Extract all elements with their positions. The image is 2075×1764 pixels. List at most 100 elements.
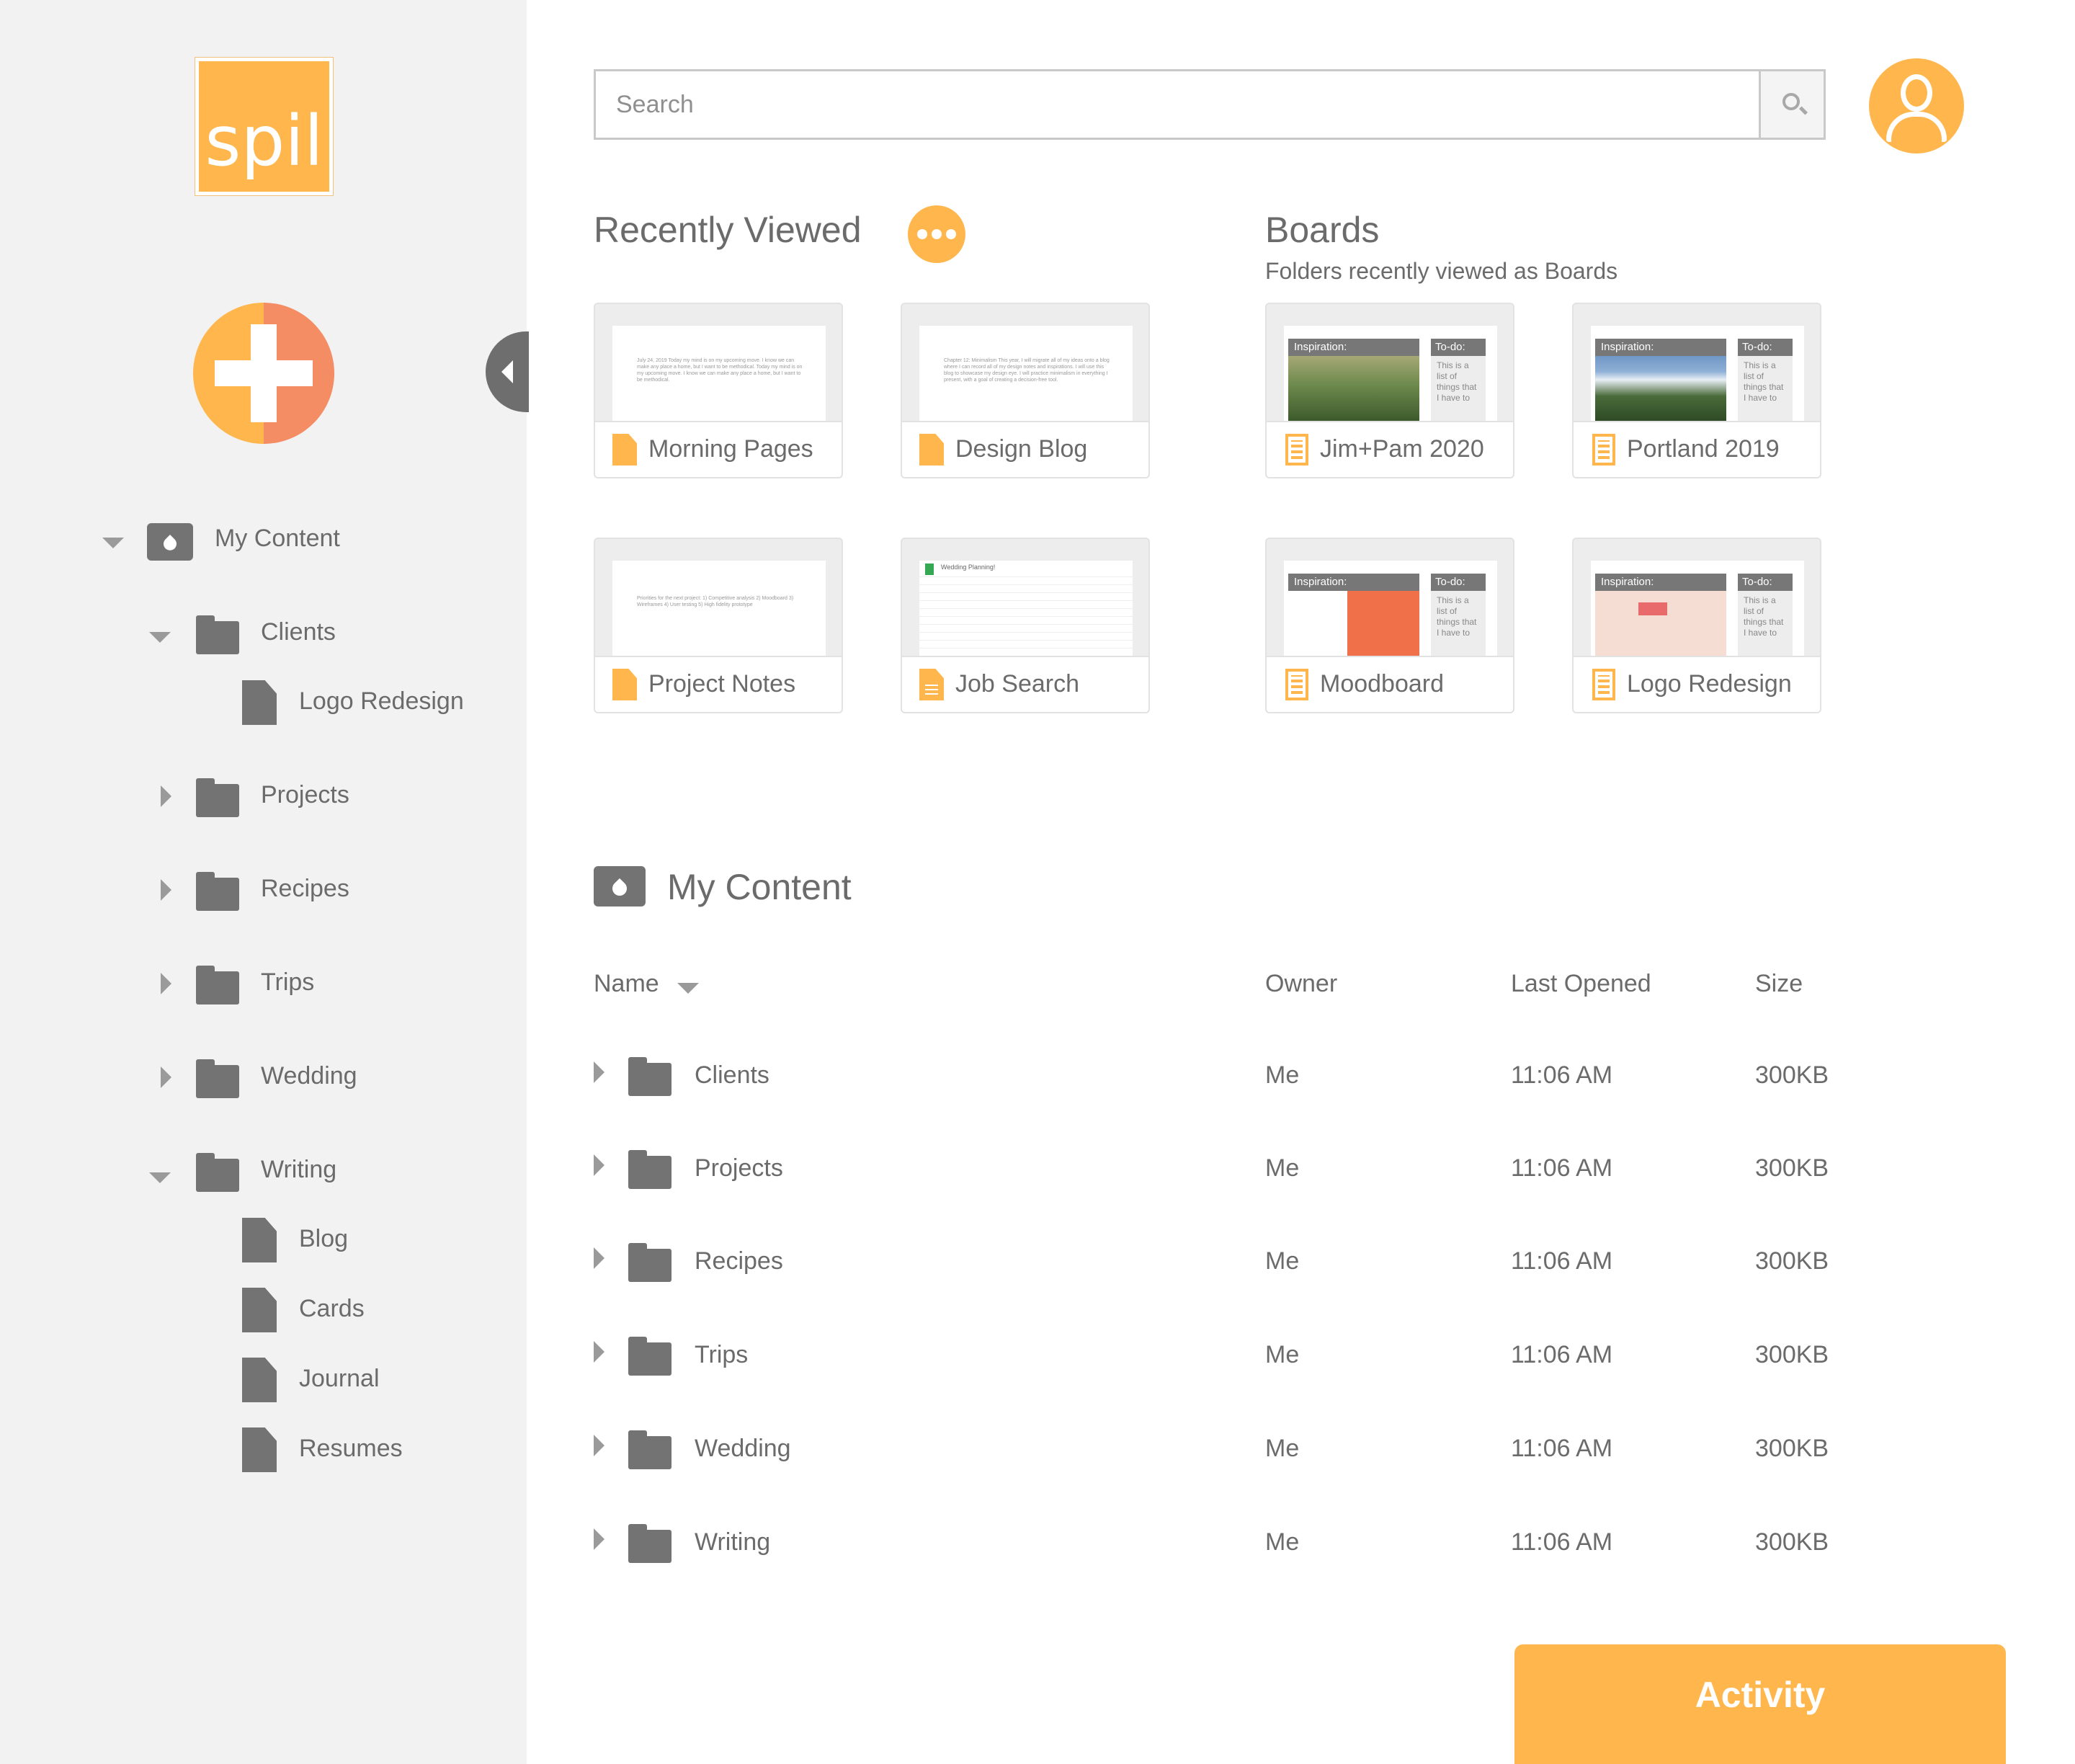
- row-owner: Me: [1265, 1435, 1300, 1462]
- board-card-moodboard[interactable]: Inspiration: To-do: This is a list of th…: [1265, 538, 1514, 713]
- sidebar-item-my-content[interactable]: My Content: [215, 525, 340, 553]
- card-title: Project Notes: [648, 670, 796, 698]
- column-header-size[interactable]: Size: [1755, 970, 1803, 998]
- user-icon: [1901, 74, 1932, 112]
- search-input[interactable]: [596, 71, 1756, 138]
- folder-icon: [628, 1150, 671, 1189]
- table-row[interactable]: Clients Me 11:06 AM 300KB: [594, 1048, 1963, 1113]
- chevron-right-icon[interactable]: [594, 1341, 604, 1363]
- folder-icon: [196, 1153, 239, 1192]
- spil-logo[interactable]: spil: [195, 58, 333, 195]
- sidebar-item-journal[interactable]: Journal: [299, 1365, 380, 1393]
- recent-card-job-search[interactable]: Wedding Planning! Job Search: [901, 538, 1150, 713]
- search-icon-handle: [1798, 106, 1808, 115]
- chevron-right-icon[interactable]: [594, 1247, 604, 1269]
- recent-card-design-blog[interactable]: Chapter 12: Minimalism This year, I will…: [901, 303, 1150, 478]
- file-icon: [242, 1288, 277, 1332]
- board-card-logo-redesign[interactable]: Inspiration: To-do: This is a list of th…: [1572, 538, 1821, 713]
- recent-card-morning-pages[interactable]: July 24, 2019 Today my mind is on my upc…: [594, 303, 843, 478]
- sidebar-item-wedding[interactable]: Wedding: [261, 1062, 357, 1090]
- table-row[interactable]: Trips Me 11:06 AM 300KB: [594, 1328, 1963, 1393]
- sidebar-item-clients[interactable]: Clients: [261, 618, 336, 646]
- sidebar-item-logo-redesign[interactable]: Logo Redesign: [299, 687, 464, 716]
- file-icon: [242, 1427, 277, 1472]
- row-owner: Me: [1265, 1528, 1300, 1556]
- inspiration-image: Inspiration:: [1288, 339, 1419, 421]
- row-size: 300KB: [1755, 1341, 1829, 1368]
- card-title: Portland 2019: [1627, 435, 1780, 463]
- sidebar-item-writing[interactable]: Writing: [261, 1156, 336, 1184]
- dot-icon: [932, 229, 942, 239]
- row-last-opened: 11:06 AM: [1511, 1247, 1613, 1275]
- sidebar-item-resumes[interactable]: Resumes: [299, 1435, 403, 1463]
- chevron-down-icon[interactable]: [149, 1172, 171, 1183]
- card-title: Job Search: [955, 670, 1079, 698]
- todo-label: To-do:: [1431, 339, 1486, 356]
- spreadsheet-preview: Wedding Planning!: [919, 561, 1133, 656]
- chevron-right-icon[interactable]: [161, 973, 171, 994]
- folder-icon: [196, 1059, 239, 1098]
- inspiration-label: Inspiration:: [1288, 574, 1419, 591]
- chevron-right-icon[interactable]: [594, 1154, 604, 1176]
- chevron-right-icon[interactable]: [161, 879, 171, 901]
- table-row[interactable]: Recipes Me 11:06 AM 300KB: [594, 1234, 1963, 1299]
- preview-text: July 24, 2019 Today my mind is on my upc…: [637, 358, 803, 383]
- add-button[interactable]: [193, 303, 334, 444]
- chevron-right-icon[interactable]: [594, 1528, 604, 1550]
- row-size: 300KB: [1755, 1154, 1829, 1182]
- todo-text: This is a list of things that I have to: [1437, 360, 1477, 403]
- chevron-down-icon[interactable]: [149, 632, 171, 643]
- column-header-name[interactable]: Name: [594, 970, 659, 998]
- card-footer: Morning Pages: [595, 421, 842, 477]
- chevron-right-icon[interactable]: [161, 785, 171, 807]
- sidebar-item-trips[interactable]: Trips: [261, 968, 314, 997]
- todo-panel: To-do: This is a list of things that I h…: [1738, 339, 1793, 421]
- sidebar-item-blog[interactable]: Blog: [299, 1225, 348, 1253]
- column-header-owner[interactable]: Owner: [1265, 970, 1337, 998]
- table-row[interactable]: Writing Me 11:06 AM 300KB: [594, 1515, 1963, 1580]
- document-icon: [919, 434, 944, 466]
- board-card-jim-pam-2020[interactable]: Inspiration: To-do: This is a list of th…: [1265, 303, 1514, 478]
- activity-button[interactable]: Activity: [1514, 1644, 2006, 1764]
- preview-text: Chapter 12: Minimalism This year, I will…: [944, 358, 1110, 383]
- sidebar-item-recipes[interactable]: Recipes: [261, 875, 349, 903]
- more-options-button[interactable]: [908, 205, 965, 263]
- sidebar-item-projects[interactable]: Projects: [261, 781, 349, 809]
- inspiration-image: Inspiration:: [1288, 574, 1419, 656]
- board-preview: Inspiration: To-do: This is a list of th…: [1284, 561, 1497, 656]
- row-size: 300KB: [1755, 1528, 1829, 1556]
- user-avatar[interactable]: [1869, 58, 1964, 153]
- folder-icon: [196, 615, 239, 654]
- card-footer: Project Notes: [595, 656, 842, 712]
- document-preview: July 24, 2019 Today my mind is on my upc…: [612, 326, 826, 421]
- todo-text: This is a list of things that I have to: [1744, 595, 1784, 638]
- drop-icon: [147, 523, 193, 561]
- collapse-sidebar-button[interactable]: [486, 331, 529, 412]
- sort-descending-icon[interactable]: [677, 983, 699, 994]
- card-title: Design Blog: [955, 435, 1088, 463]
- row-name: Clients: [695, 1061, 769, 1089]
- column-header-last-opened[interactable]: Last Opened: [1511, 970, 1651, 998]
- chevron-right-icon[interactable]: [594, 1061, 604, 1083]
- table-row[interactable]: Projects Me 11:06 AM 300KB: [594, 1141, 1963, 1206]
- folder-icon: [628, 1243, 671, 1282]
- card-title: Morning Pages: [648, 435, 813, 463]
- drop-icon: [594, 866, 646, 906]
- chevron-down-icon[interactable]: [102, 538, 124, 548]
- sidebar-item-cards[interactable]: Cards: [299, 1295, 365, 1323]
- card-footer: Portland 2019: [1574, 421, 1820, 477]
- inspiration-image: Inspiration:: [1595, 339, 1726, 421]
- preview-text: Wedding Planning!: [919, 561, 1133, 576]
- dot-icon: [917, 229, 927, 239]
- boards-subtitle: Folders recently viewed as Boards: [1265, 258, 1618, 284]
- table-row[interactable]: Wedding Me 11:06 AM 300KB: [594, 1422, 1963, 1487]
- board-icon: [1592, 669, 1615, 700]
- row-last-opened: 11:06 AM: [1511, 1154, 1613, 1182]
- search-button[interactable]: [1759, 71, 1824, 138]
- chevron-right-icon[interactable]: [161, 1066, 171, 1088]
- plus-icon-vertical: [251, 324, 277, 422]
- recent-card-project-notes[interactable]: Priorities for the next project: 1) Comp…: [594, 538, 843, 713]
- board-card-portland-2019[interactable]: Inspiration: To-do: This is a list of th…: [1572, 303, 1821, 478]
- folder-icon: [628, 1430, 671, 1469]
- chevron-right-icon[interactable]: [594, 1435, 604, 1456]
